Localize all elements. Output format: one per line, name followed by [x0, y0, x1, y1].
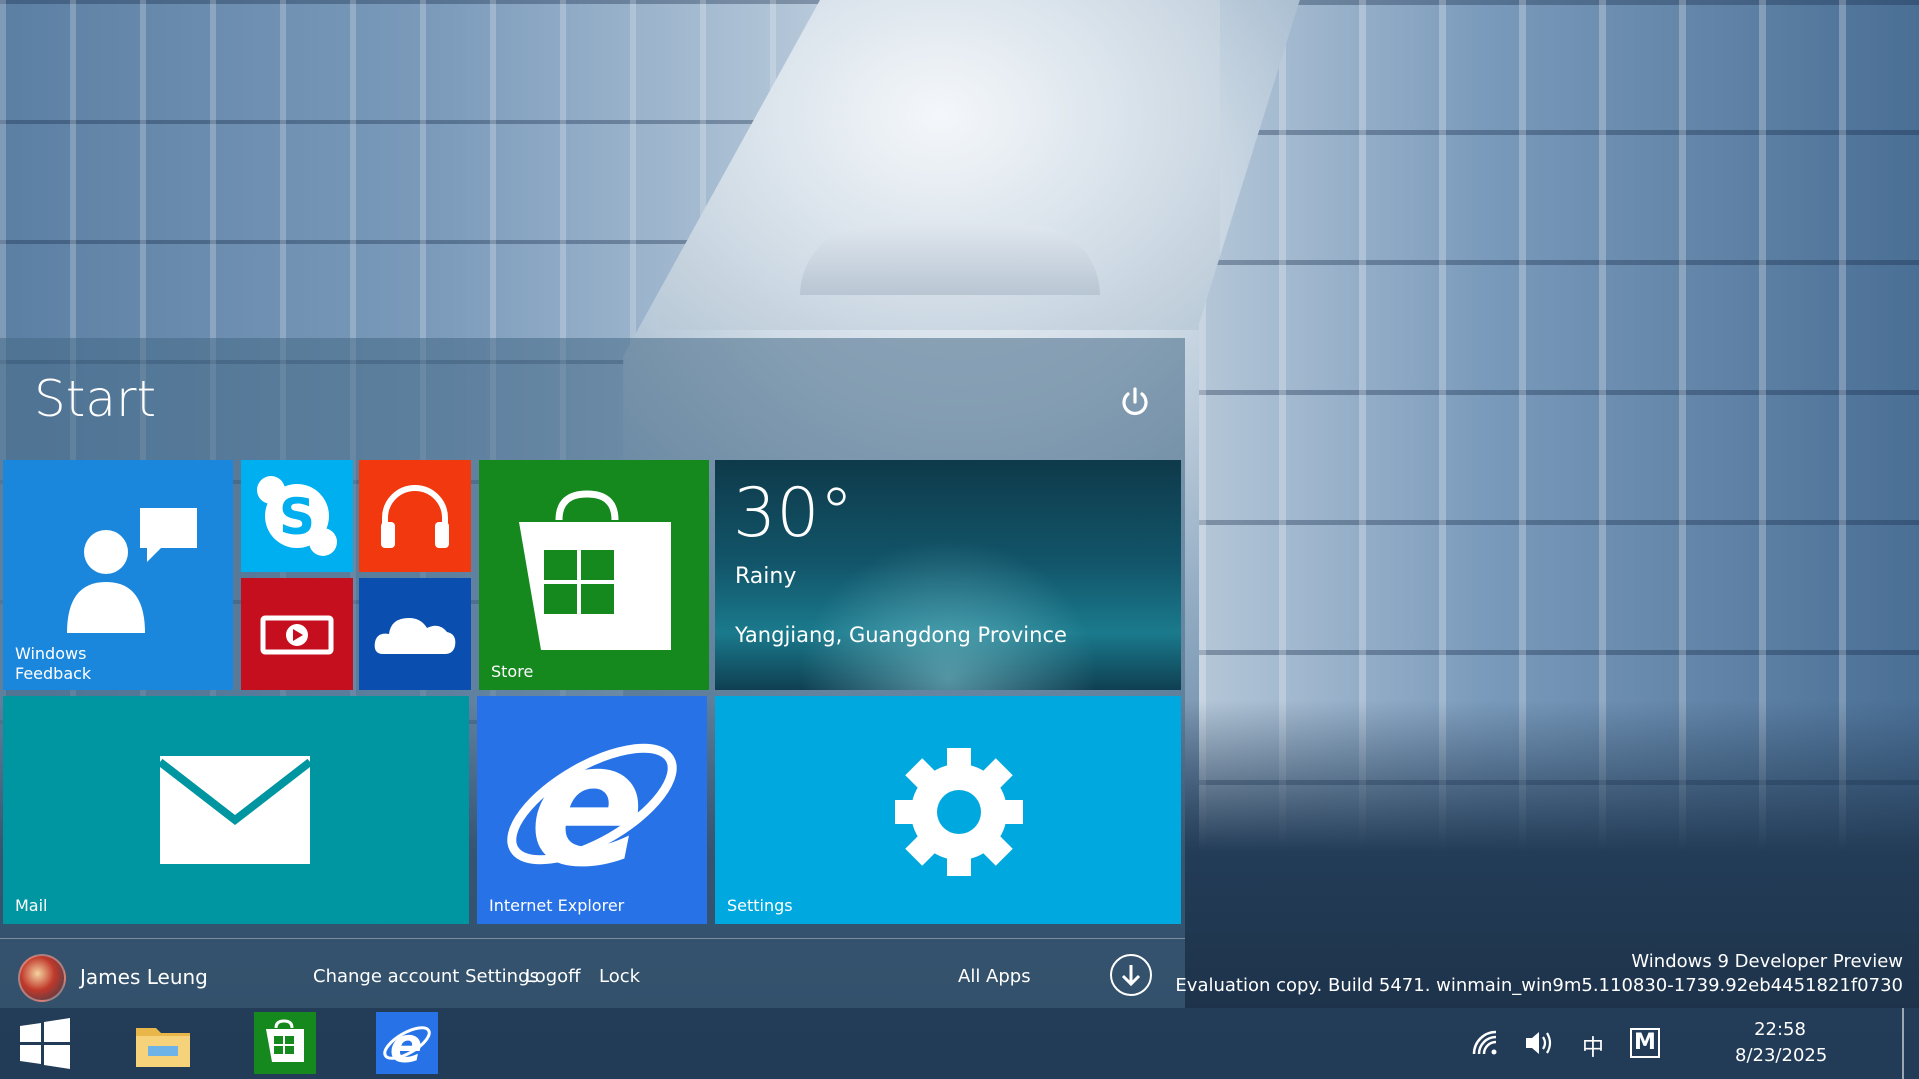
arrow-down-icon — [1121, 965, 1141, 987]
video-icon — [260, 615, 334, 655]
internet-explorer-icon: e — [376, 1012, 438, 1074]
file-explorer-icon — [136, 1028, 190, 1067]
watermark-line1: Windows 9 Developer Preview — [1631, 951, 1903, 972]
taskbar-start-button[interactable] — [14, 1012, 76, 1074]
tile-label-line2: Feedback — [15, 664, 92, 683]
wifi-icon — [1472, 1030, 1497, 1055]
start-title: Start — [34, 370, 157, 428]
clock-date: 8/23/2025 — [1735, 1045, 1828, 1066]
svg-text:e: e — [390, 1018, 423, 1074]
network-tray[interactable] — [1470, 1028, 1500, 1058]
user-name[interactable]: James Leung — [80, 965, 208, 989]
tile-settings[interactable]: Settings — [715, 696, 1181, 924]
lock-link[interactable]: Lock — [599, 966, 640, 987]
power-icon — [1122, 387, 1148, 416]
tile-onedrive[interactable] — [359, 578, 471, 690]
logoff-link[interactable]: Logoff — [525, 966, 581, 987]
tile-weather[interactable]: 30° Rainy Yangjiang, Guangdong Province — [715, 460, 1181, 690]
svg-text:S: S — [279, 488, 315, 546]
tile-store[interactable]: Store — [479, 460, 709, 690]
taskbar-internet-explorer[interactable]: e — [376, 1012, 438, 1074]
volume-tray[interactable] — [1523, 1028, 1553, 1058]
tile-video[interactable] — [241, 578, 353, 690]
tile-label-line1: Windows — [15, 644, 87, 663]
weather-condition: Rainy — [735, 564, 797, 589]
change-account-settings-link[interactable]: Change account Settings — [313, 966, 539, 987]
taskbar-store[interactable] — [254, 1012, 316, 1074]
tile-label: Settings — [727, 896, 793, 915]
ime-language[interactable]: 中 — [1578, 1030, 1608, 1061]
tile-label: Mail — [15, 896, 48, 915]
clock[interactable]: 22:58 8/23/2025 — [1735, 1017, 1828, 1069]
ie-logo-icon: e — [507, 707, 677, 905]
cloud-icon — [374, 618, 456, 654]
avatar[interactable] — [18, 954, 66, 1002]
start-logo-icon — [20, 1018, 70, 1069]
store-bag-icon — [519, 490, 671, 650]
show-desktop-button[interactable] — [1902, 1008, 1904, 1079]
ime-mode[interactable]: M — [1630, 1028, 1660, 1058]
wallpaper-dome — [800, 225, 1100, 295]
watermark-line2: Evaluation copy. Build 5471. winmain_win… — [1175, 975, 1903, 996]
weather-location: Yangjiang, Guangdong Province — [735, 623, 1067, 647]
speaker-icon — [1526, 1032, 1552, 1054]
all-apps-button[interactable] — [1110, 954, 1152, 996]
mail-envelope-icon — [157, 756, 313, 864]
power-button[interactable] — [1115, 382, 1155, 422]
all-apps-link[interactable]: All Apps — [958, 966, 1031, 987]
clock-time: 22:58 — [1754, 1019, 1806, 1040]
tile-label: Store — [491, 662, 534, 681]
headphones-icon — [381, 485, 449, 548]
weather-temperature: 30° — [733, 474, 854, 553]
tile-skype[interactable]: S — [241, 460, 353, 572]
tile-mail[interactable]: Mail — [3, 696, 469, 924]
tile-windows-feedback[interactable]: Windows Feedback — [3, 460, 233, 690]
tile-music[interactable] — [359, 460, 471, 572]
svg-text:e: e — [529, 707, 644, 905]
tile-internet-explorer[interactable]: e Internet Explorer — [477, 696, 707, 924]
gear-icon — [895, 748, 1023, 876]
store-icon — [254, 1012, 316, 1074]
desktop-watermark: Windows 9 Developer Preview Evaluation c… — [1175, 950, 1903, 998]
tile-label: Internet Explorer — [489, 896, 625, 915]
skype-icon: S — [257, 476, 337, 556]
taskbar-file-explorer[interactable] — [132, 1012, 194, 1074]
